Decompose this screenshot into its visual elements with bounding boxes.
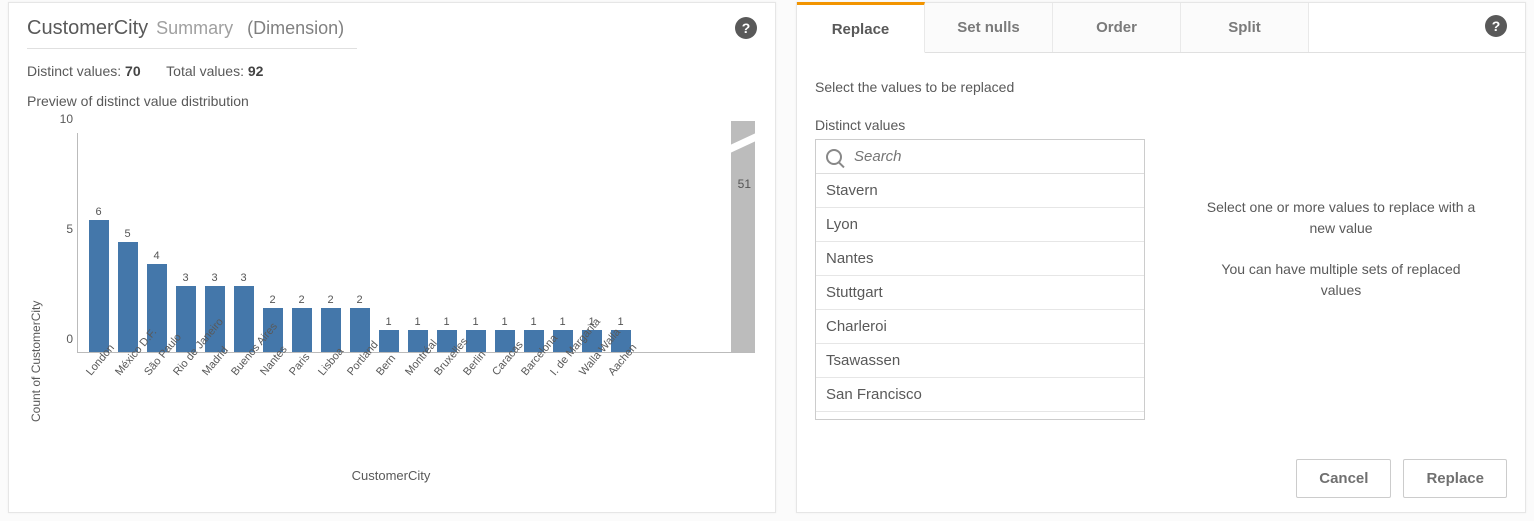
- distinct-values-box: StavernLyonNantesStuttgartCharleroiTsawa…: [815, 139, 1145, 420]
- list-item[interactable]: Charleroi: [816, 310, 1144, 344]
- list-item[interactable]: Stuttgart: [816, 276, 1144, 310]
- y-axis-label: Count of CustomerCity: [27, 121, 43, 491]
- bar-value-label: 1: [472, 316, 478, 328]
- preview-label: Preview of distinct value distribution: [27, 93, 755, 109]
- y-axis: 0510: [43, 133, 77, 353]
- list-item[interactable]: Lyon: [816, 208, 1144, 242]
- tab-split[interactable]: Split: [1181, 3, 1309, 52]
- replace-hint-area: Select one or more values to replace wit…: [1175, 79, 1507, 498]
- cancel-button[interactable]: Cancel: [1296, 459, 1391, 498]
- list-item[interactable]: San Francisco: [816, 378, 1144, 412]
- bar: 6: [84, 206, 113, 352]
- tab-set-nulls[interactable]: Set nulls: [925, 3, 1053, 52]
- x-axis-label: CustomerCity: [27, 468, 755, 483]
- chart-plot: 6543332222111111111 51 LondonMéxico D.F.…: [77, 121, 755, 353]
- view-mode: Summary: [156, 18, 233, 39]
- bar-value-label: 6: [95, 206, 101, 218]
- bar-rect: [292, 308, 312, 352]
- bar: 5: [113, 228, 142, 352]
- bar-rect: [466, 330, 486, 352]
- tab-order[interactable]: Order: [1053, 3, 1181, 52]
- list-item[interactable]: Stavern: [816, 174, 1144, 208]
- search-input[interactable]: [852, 147, 1134, 166]
- bar-value-label: 1: [617, 316, 623, 328]
- distinct-values-list[interactable]: StavernLyonNantesStuttgartCharleroiTsawa…: [816, 174, 1144, 419]
- help-icon[interactable]: ?: [1485, 15, 1507, 37]
- field-type: (Dimension): [247, 18, 344, 39]
- bar-value-label: 4: [153, 250, 159, 262]
- bar-rect: [379, 330, 399, 352]
- bar-value-label: 5: [124, 228, 130, 240]
- overflow-value: 51: [738, 177, 751, 191]
- bar-value-label: 3: [211, 272, 217, 284]
- tab-replace[interactable]: Replace: [797, 2, 925, 53]
- distinct-value: 70: [125, 63, 141, 79]
- bar: 2: [316, 294, 345, 352]
- y-tick: 5: [66, 222, 73, 236]
- distinct-values-label: Distinct values: [815, 117, 1175, 133]
- bar-value-label: 2: [269, 294, 275, 306]
- bar-value-label: 1: [559, 316, 565, 328]
- overflow-bar: [731, 121, 755, 352]
- hint-line-2: You can have multiple sets of replaced v…: [1205, 259, 1477, 301]
- replace-button[interactable]: Replace: [1403, 459, 1507, 498]
- bar-rect: [234, 286, 254, 352]
- bar: 2: [287, 294, 316, 352]
- bar-value-label: 1: [385, 316, 391, 328]
- help-icon[interactable]: ?: [735, 17, 757, 39]
- bar-value-label: 1: [414, 316, 420, 328]
- instruction-text: Select the values to be replaced: [815, 79, 1175, 95]
- list-item[interactable]: Nantes: [816, 242, 1144, 276]
- bar-value-label: 1: [443, 316, 449, 328]
- hint-line-1: Select one or more values to replace wit…: [1205, 197, 1477, 239]
- total-value: 92: [248, 63, 264, 79]
- bar-value-label: 2: [327, 294, 333, 306]
- distinct-label: Distinct values:: [27, 63, 121, 79]
- y-tick: 0: [66, 332, 73, 346]
- transform-panel: ReplaceSet nullsOrderSplit? Select the v…: [796, 2, 1526, 513]
- bar-value-label: 1: [501, 316, 507, 328]
- field-name: CustomerCity: [27, 17, 148, 40]
- transform-tabs: ReplaceSet nullsOrderSplit?: [797, 3, 1525, 53]
- bar-rect: [321, 308, 341, 352]
- bar-rect: [89, 220, 109, 352]
- bar-rect: [118, 242, 138, 352]
- card-header: CustomerCity Summary (Dimension): [27, 17, 357, 49]
- bar-value-label: 3: [240, 272, 246, 284]
- bar-value-label: 1: [530, 316, 536, 328]
- bar-value-label: 3: [182, 272, 188, 284]
- distribution-chart: Count of CustomerCity 0510 6543332222111…: [27, 121, 755, 491]
- bar-value-label: 2: [298, 294, 304, 306]
- value-counts: Distinct values: 70 Total values: 92: [27, 63, 755, 79]
- total-label: Total values:: [166, 63, 244, 79]
- list-item[interactable]: Tsawassen: [816, 344, 1144, 378]
- bar-value-label: 2: [356, 294, 362, 306]
- search-row: [816, 140, 1144, 174]
- summary-card: CustomerCity Summary (Dimension) ? Disti…: [8, 2, 776, 513]
- y-tick: 10: [60, 112, 73, 126]
- search-icon: [826, 149, 842, 165]
